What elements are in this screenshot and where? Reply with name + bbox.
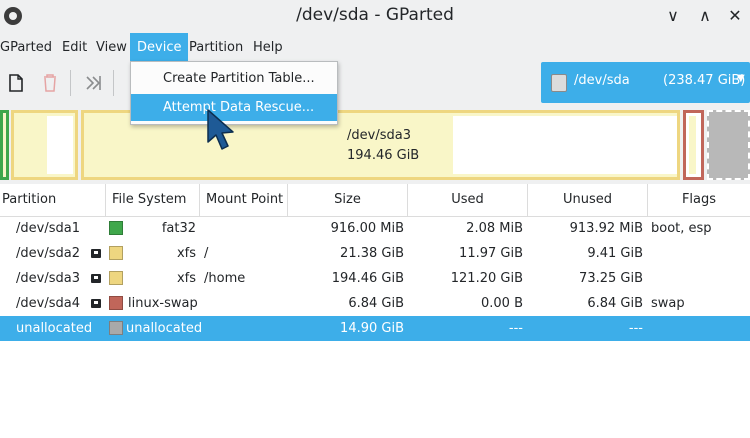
fs-color-swatch (109, 246, 123, 260)
menu-partition[interactable]: Partition (182, 33, 250, 62)
segment-name: /dev/sda3 (347, 128, 411, 143)
fs-color-swatch (109, 271, 123, 285)
cell-used: 0.00 B (481, 296, 523, 311)
col-mount-point[interactable]: Mount Point (200, 184, 288, 216)
minimize-button[interactable]: ∨ (659, 3, 687, 29)
cell-partition: /dev/sda2 (16, 246, 80, 261)
device-name: /dev/sda (574, 73, 630, 88)
cell-unused: 73.25 GiB (579, 271, 643, 286)
menu-help[interactable]: Help (246, 33, 290, 62)
cell-flags: boot, esp (651, 221, 712, 236)
map-segment-sda2[interactable] (11, 110, 78, 180)
window-title: /dev/sda - GParted (296, 5, 454, 25)
cell-partition: /dev/sda4 (16, 296, 80, 311)
fs-color-swatch (109, 296, 123, 310)
partition-table-header: Partition File System Mount Point Size U… (0, 184, 750, 217)
unused-space (453, 116, 677, 174)
apply-icon[interactable] (82, 72, 104, 94)
title-bar: /dev/sda - GParted ∨ ∧ ✕ (0, 0, 750, 33)
table-row[interactable]: /dev/sda4 linux-swap 6.84 GiB 0.00 B 6.8… (0, 291, 750, 316)
col-file-system[interactable]: File System (106, 184, 200, 216)
menu-bar: GParted Edit View Device Partition Help (0, 33, 750, 62)
cell-file-system: fat32 (161, 221, 196, 236)
col-used[interactable]: Used (408, 184, 528, 216)
cell-partition: /dev/sda1 (16, 221, 80, 236)
cell-size: 21.38 GiB (340, 246, 404, 261)
delete-icon[interactable] (39, 72, 61, 94)
col-unused[interactable]: Unused (528, 184, 648, 216)
toolbar-separator (70, 70, 71, 96)
cell-used: 121.20 GiB (450, 271, 523, 286)
hard-disk-icon (551, 74, 567, 92)
segment-size: 194.46 GiB (347, 148, 420, 163)
cell-unused: 913.92 MiB (569, 221, 643, 236)
map-segment-sda1[interactable] (0, 110, 9, 180)
cell-flags: swap (651, 296, 685, 311)
cell-partition: unallocated (16, 321, 93, 336)
used-space (689, 116, 696, 174)
close-button[interactable]: ✕ (721, 3, 749, 29)
table-row-selected[interactable]: unallocated unallocated 14.90 GiB --- --… (0, 316, 750, 341)
cell-size: 916.00 MiB (330, 221, 404, 236)
map-segment-unallocated[interactable] (707, 110, 750, 180)
mouse-pointer-icon (205, 108, 237, 162)
col-flags[interactable]: Flags (648, 184, 750, 216)
menu-item-create-partition-table[interactable]: Create Partition Table... (131, 65, 337, 92)
cell-unused: --- (628, 321, 643, 336)
disk-map: /dev/sda3 194.46 GiB (0, 106, 750, 184)
menu-device[interactable]: Device (130, 33, 189, 62)
cell-size: 194.46 GiB (331, 271, 404, 286)
device-selector[interactable]: /dev/sda (238.47 GiB) ▼ (541, 62, 750, 103)
cell-file-system: linux-swap (128, 296, 198, 311)
cell-mount-point: / (204, 246, 209, 261)
cell-used: --- (508, 321, 523, 336)
cell-file-system: xfs (176, 246, 196, 261)
cell-used: 2.08 MiB (466, 221, 523, 236)
table-row[interactable]: /dev/sda1 fat32 916.00 MiB 2.08 MiB 913.… (0, 216, 750, 241)
fs-color-swatch (109, 321, 123, 335)
mounted-key-icon (91, 249, 101, 258)
col-partition[interactable]: Partition (0, 184, 106, 216)
cell-size: 6.84 GiB (348, 296, 404, 311)
device-size: (238.47 GiB) (663, 73, 746, 88)
maximize-button[interactable]: ∧ (691, 3, 719, 29)
new-partition-icon[interactable] (5, 72, 27, 94)
cell-mount-point: /home (204, 271, 246, 286)
dropdown-arrow-icon: ▼ (737, 73, 745, 84)
menu-view[interactable]: View (89, 33, 134, 62)
cell-file-system: xfs (176, 271, 196, 286)
cell-unused: 6.84 GiB (587, 296, 643, 311)
cell-size: 14.90 GiB (340, 321, 404, 336)
toolbar-separator (113, 70, 114, 96)
menu-gparted[interactable]: GParted (0, 33, 59, 62)
map-segment-sda4[interactable] (683, 110, 704, 180)
cell-file-system: unallocated (126, 321, 203, 336)
mounted-key-icon (91, 299, 101, 308)
cell-unused: 9.41 GiB (587, 246, 643, 261)
mounted-key-icon (91, 274, 101, 283)
table-row[interactable]: /dev/sda2 xfs / 21.38 GiB 11.97 GiB 9.41… (0, 241, 750, 266)
col-size[interactable]: Size (288, 184, 408, 216)
cell-used: 11.97 GiB (459, 246, 523, 261)
fs-color-swatch (109, 221, 123, 235)
unused-space (47, 116, 73, 174)
table-row[interactable]: /dev/sda3 xfs /home 194.46 GiB 121.20 Gi… (0, 266, 750, 291)
cell-partition: /dev/sda3 (16, 271, 80, 286)
